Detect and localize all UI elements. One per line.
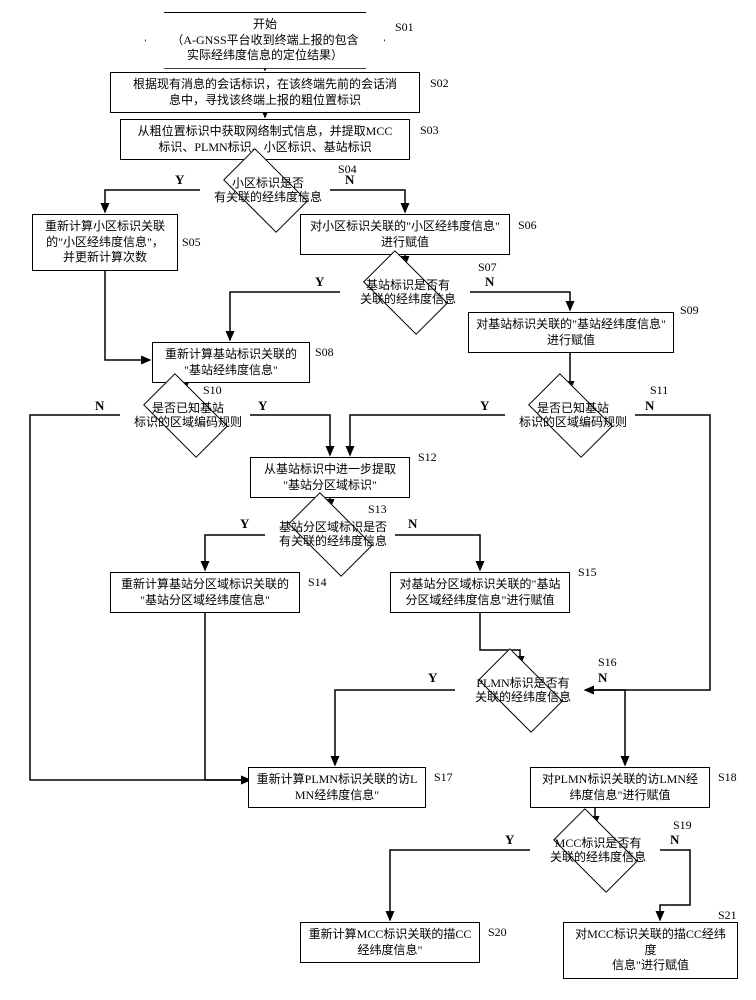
yn-n: N — [645, 398, 654, 414]
process-s03: 从粗位置标识中获取网络制式信息，并提取MCC标识、PLMN标识、小区标识、基站标… — [120, 119, 410, 160]
step-s13: S13 — [368, 502, 387, 517]
yn-y: Y — [315, 274, 324, 290]
yn-y: Y — [258, 398, 267, 414]
decision-s13-text: 基站分区域标识是否有关联的经纬度信息 — [263, 520, 403, 549]
decision-s10-text: 是否已知基站标识的区域编码规则 — [118, 401, 258, 430]
process-s15: 对基站分区域标识关联的"基站分区域经纬度信息"进行赋值 — [390, 572, 570, 613]
yn-n: N — [408, 516, 417, 532]
yn-y: Y — [240, 516, 249, 532]
decision-s04-text: 小区标识是否有关联的经纬度信息 — [198, 176, 338, 205]
yn-n: N — [345, 172, 354, 188]
decision-s16-text: PLMN标识是否有关联的经纬度信息 — [453, 676, 593, 705]
step-s18: S18 — [718, 770, 737, 785]
step-s21: S21 — [718, 908, 737, 923]
decision-s11-text: 是否已知基站标识的区域编码规则 — [503, 401, 643, 430]
decision-s19-text: MCC标识是否有关联的经纬度信息 — [528, 836, 668, 865]
process-s05: 重新计算小区标识关联的"小区经纬度信息"，并更新计算次数 — [32, 214, 178, 271]
step-s16: S16 — [598, 655, 617, 670]
process-s17: 重新计算PLMN标识关联的访LMN经纬度信息" — [248, 767, 426, 808]
process-s20: 重新计算MCC标识关联的描CC经纬度信息" — [300, 922, 480, 963]
start-node: 开始（A-GNSS平台收到终端上报的包含实际经纬度信息的定位结果） — [145, 12, 385, 69]
yn-n: N — [598, 670, 607, 686]
yn-n: N — [670, 832, 679, 848]
step-s19: S19 — [673, 818, 692, 833]
step-s10: S10 — [203, 383, 222, 398]
step-s02: S02 — [430, 76, 449, 91]
step-s07: S07 — [478, 260, 497, 275]
process-s02: 根据现有消息的会话标识，在该终端先前的会话消息中，寻找该终端上报的粗位置标识 — [110, 72, 420, 113]
step-s17: S17 — [434, 770, 453, 785]
yn-y: Y — [175, 172, 184, 188]
step-s20: S20 — [488, 925, 507, 940]
step-s06: S06 — [518, 218, 537, 233]
yn-y: Y — [505, 832, 514, 848]
step-s01: S01 — [395, 20, 414, 35]
step-s03: S03 — [420, 123, 439, 138]
process-s14: 重新计算基站分区域标识关联的"基站分区域经纬度信息" — [110, 572, 300, 613]
decision-s07-text: 基站标识是否有关联的经纬度信息 — [338, 278, 478, 307]
yn-y: Y — [480, 398, 489, 414]
flowchart: 开始（A-GNSS平台收到终端上报的包含实际经纬度信息的定位结果） S01 根据… — [10, 10, 746, 990]
step-s14: S14 — [308, 575, 327, 590]
process-s21: 对MCC标识关联的描CC经纬度信息"进行赋值 — [563, 922, 738, 979]
step-s11: S11 — [650, 383, 668, 398]
step-s15: S15 — [578, 565, 597, 580]
process-s18: 对PLMN标识关联的访LMN经纬度信息"进行赋值 — [530, 767, 710, 808]
yn-y: Y — [428, 670, 437, 686]
step-s08: S08 — [315, 345, 334, 360]
step-s09: S09 — [680, 303, 699, 318]
yn-n: N — [95, 398, 104, 414]
process-s09: 对基站标识关联的"基站经纬度信息"进行赋值 — [468, 312, 674, 353]
step-s12: S12 — [418, 450, 437, 465]
process-s12: 从基站标识中进一步提取"基站分区域标识" — [250, 457, 410, 498]
process-s06: 对小区标识关联的"小区经纬度信息"进行赋值 — [300, 214, 510, 255]
step-s05: S05 — [182, 235, 201, 250]
yn-n: N — [485, 274, 494, 290]
